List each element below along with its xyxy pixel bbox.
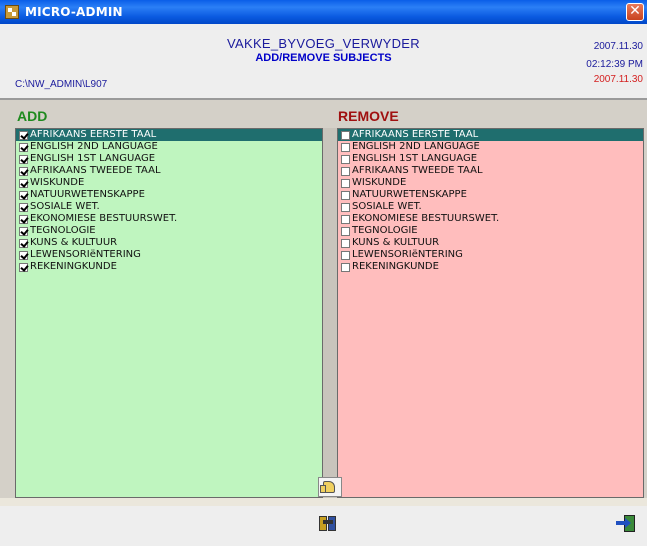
checkbox[interactable]	[19, 190, 28, 200]
remove-subject-list[interactable]: AFRIKAANS EERSTE TAAL ENGLISH 2ND LANGUAG…	[337, 128, 644, 498]
list-item-label: KUNS & KULTUUR	[352, 237, 440, 248]
checkbox[interactable]	[341, 250, 350, 260]
checkbox[interactable]	[341, 154, 350, 164]
list-item-label: ENGLISH 1ST LANGUAGE	[30, 153, 156, 164]
checkbox[interactable]	[341, 142, 350, 152]
list-item-label: TEGNOLOGIE	[352, 225, 418, 236]
list-item[interactable]: TEGNOLOGIE	[16, 225, 322, 237]
remove-label: REMOVE	[338, 108, 399, 124]
window-title: MICRO-ADMIN	[25, 5, 123, 19]
checkbox[interactable]	[341, 166, 350, 176]
checkbox[interactable]	[19, 238, 28, 248]
list-item-label: REKENINGKUNDE	[352, 261, 439, 272]
list-item[interactable]: WISKUNDE	[16, 177, 322, 189]
list-item-label: AFRIKAANS EERSTE TAAL	[30, 129, 157, 140]
list-item[interactable]: LEWENSORIëNTERING	[16, 249, 322, 261]
clamp-icon	[323, 520, 333, 524]
exit-button[interactable]	[615, 513, 639, 535]
list-item[interactable]: KUNS & KULTUUR	[338, 237, 643, 249]
date-bottom: 2007.11.30	[593, 74, 643, 85]
tool-button[interactable]	[316, 513, 340, 535]
list-item[interactable]: REKENINGKUNDE	[16, 261, 322, 273]
list-item[interactable]: AFRIKAANS EERSTE TAAL	[338, 129, 643, 141]
list-item-label: WISKUNDE	[352, 177, 407, 188]
list-item[interactable]: ENGLISH 1ST LANGUAGE	[16, 153, 322, 165]
title-bar[interactable]: MICRO-ADMIN ✕	[0, 0, 647, 24]
list-divider	[323, 128, 337, 498]
list-item[interactable]: EKONOMIESE BESTUURSWET.	[16, 213, 322, 225]
checkbox[interactable]	[341, 238, 350, 248]
checkbox[interactable]	[19, 142, 28, 152]
list-item[interactable]: TEGNOLOGIE	[338, 225, 643, 237]
separator	[0, 102, 647, 110]
checkbox[interactable]	[19, 178, 28, 188]
list-item-label: ENGLISH 2ND LANGUAGE	[30, 141, 158, 152]
list-item-label: AFRIKAANS TWEEDE TAAL	[30, 165, 161, 176]
list-item-label: NATUURWETENSKAPPE	[30, 189, 145, 200]
checkbox[interactable]	[19, 166, 28, 176]
path-label: C:\NW_ADMIN\L907	[15, 79, 108, 90]
checkbox[interactable]	[341, 202, 350, 212]
list-item[interactable]: AFRIKAANS TWEEDE TAAL	[338, 165, 643, 177]
list-item[interactable]: ENGLISH 2ND LANGUAGE	[338, 141, 643, 153]
add-subject-list[interactable]: AFRIKAANS EERSTE TAAL ENGLISH 2ND LANGUAG…	[15, 128, 323, 498]
list-item[interactable]: AFRIKAANS TWEEDE TAAL	[16, 165, 322, 177]
transfer-button[interactable]	[318, 477, 342, 497]
list-item[interactable]: NATUURWETENSKAPPE	[16, 189, 322, 201]
list-item-label: ENGLISH 2ND LANGUAGE	[352, 141, 480, 152]
list-item[interactable]: AFRIKAANS EERSTE TAAL	[16, 129, 322, 141]
checkbox[interactable]	[19, 130, 28, 140]
checkbox[interactable]	[19, 226, 28, 236]
add-label: ADD	[17, 108, 48, 124]
page-title: VAKKE_BYVOEG_VERWYDER	[227, 36, 420, 51]
checkbox[interactable]	[19, 154, 28, 164]
list-item[interactable]: EKONOMIESE BESTUURSWET.	[338, 213, 643, 225]
list-item[interactable]: SOSIALE WET.	[16, 201, 322, 213]
time-label: 02:12:39 PM	[586, 59, 643, 70]
page-subtitle: ADD/REMOVE SUBJECTS	[255, 52, 392, 64]
list-item-label: EKONOMIESE BESTUURSWET.	[30, 213, 178, 224]
checkbox[interactable]	[341, 130, 350, 140]
list-item[interactable]: WISKUNDE	[338, 177, 643, 189]
list-item-label: LEWENSORIëNTERING	[352, 249, 463, 260]
checkbox[interactable]	[19, 202, 28, 212]
list-item-label: SOSIALE WET.	[30, 201, 100, 212]
checkbox[interactable]	[341, 214, 350, 224]
checkbox[interactable]	[19, 250, 28, 260]
list-item[interactable]: ENGLISH 2ND LANGUAGE	[16, 141, 322, 153]
list-item[interactable]: REKENINGKUNDE	[338, 261, 643, 273]
close-button[interactable]: ✕	[626, 3, 644, 21]
header-panel: VAKKE_BYVOEG_VERWYDER ADD/REMOVE SUBJECT…	[0, 24, 647, 100]
list-item-label: WISKUNDE	[30, 177, 85, 188]
list-item-label: LEWENSORIëNTERING	[30, 249, 141, 260]
date-top: 2007.11.30	[593, 41, 643, 52]
list-item-label: AFRIKAANS TWEEDE TAAL	[352, 165, 483, 176]
list-item-label: ENGLISH 1ST LANGUAGE	[352, 153, 478, 164]
list-item[interactable]: NATUURWETENSKAPPE	[338, 189, 643, 201]
checkbox[interactable]	[341, 262, 350, 272]
list-item[interactable]: LEWENSORIëNTERING	[338, 249, 643, 261]
list-item-label: AFRIKAANS EERSTE TAAL	[352, 129, 479, 140]
list-item[interactable]: ENGLISH 1ST LANGUAGE	[338, 153, 643, 165]
checkbox[interactable]	[341, 226, 350, 236]
checkbox[interactable]	[19, 262, 28, 272]
list-item-label: REKENINGKUNDE	[30, 261, 117, 272]
app-icon[interactable]	[5, 5, 19, 19]
list-item-label: EKONOMIESE BESTUURSWET.	[352, 213, 500, 224]
checkbox[interactable]	[341, 178, 350, 188]
bottom-separator	[0, 498, 647, 506]
list-item-label: TEGNOLOGIE	[30, 225, 96, 236]
list-item[interactable]: SOSIALE WET.	[338, 201, 643, 213]
pointing-hand-icon	[320, 481, 335, 493]
list-item-label: SOSIALE WET.	[352, 201, 422, 212]
list-item-label: KUNS & KULTUUR	[30, 237, 118, 248]
list-item[interactable]: KUNS & KULTUUR	[16, 237, 322, 249]
checkbox[interactable]	[19, 214, 28, 224]
arrow-head-icon	[625, 518, 631, 528]
list-item-label: NATUURWETENSKAPPE	[352, 189, 467, 200]
checkbox[interactable]	[341, 190, 350, 200]
